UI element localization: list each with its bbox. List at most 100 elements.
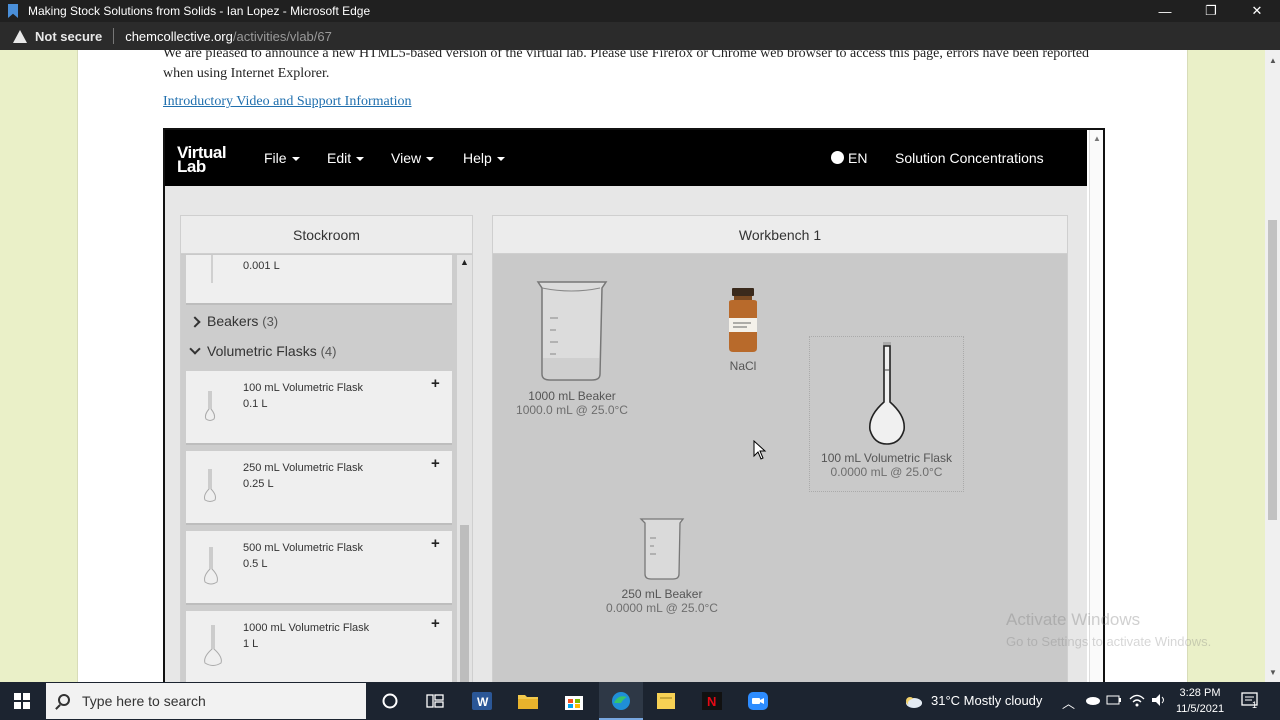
activity-title: Solution Concentrations [895,150,1044,166]
item-name: 1000 mL Volumetric Flask [243,622,370,634]
logo-line2: Lab [177,157,206,176]
volumetric-flask-icon [204,469,216,502]
notification-count: 1 [1252,700,1258,710]
store-icon[interactable] [563,691,585,711]
workbench-title: Workbench 1 [493,216,1067,254]
stockroom-title: Stockroom [181,216,472,254]
chevron-down-icon [189,343,201,355]
svg-text:W: W [477,695,489,709]
page-scrollbar[interactable]: ▲ ▼ [1265,50,1280,682]
scrollbar-thumb[interactable] [1268,220,1277,520]
item-volume: 1 L [243,638,259,650]
item-volume: 0.001 L [243,260,280,272]
menu-edit[interactable]: Edit [327,150,365,166]
workbench-beaker-1000[interactable]: 1000 mL Beaker 1000.0 mL @ 25.0°C [507,278,637,417]
object-state: 0.0000 mL @ 25.0°C [830,465,943,479]
object-name: 100 mL Volumetric Flask [821,451,952,465]
intro-video-link[interactable]: Introductory Video and Support Informati… [163,94,412,110]
scroll-down-icon[interactable]: ▼ [1269,668,1277,677]
clock-time: 3:28 PM [1179,687,1221,699]
notifications-button[interactable]: 1 [1240,690,1260,710]
workbench-beaker-250[interactable]: 250 mL Beaker 0.0000 mL @ 25.0°C [597,516,727,615]
scroll-up-icon[interactable]: ▲ [460,257,469,267]
task-view-icon[interactable] [424,691,446,711]
weather-text[interactable]: 31°C Mostly cloudy [931,693,1042,708]
beaker-icon [536,281,608,381]
volume-icon[interactable] [1150,692,1168,708]
add-item-button[interactable]: + [431,455,440,472]
onedrive-icon[interactable] [1084,694,1100,706]
menu-file[interactable]: File [264,150,300,166]
activate-windows-subtext: Go to Settings to activate Windows. [1006,634,1212,649]
workbench-nacl-bottle[interactable]: NaCl [711,286,775,373]
scrollbar-thumb[interactable] [460,525,469,682]
taskbar-search-box[interactable]: Type here to search [46,683,366,719]
category-beakers[interactable]: Beakers (3) [189,313,278,329]
item-volume: 0.25 L [243,478,274,490]
volumetric-flask-icon [204,391,216,421]
virtual-lab-frame: Virtual Lab File Edit View Help EN Solut… [163,128,1105,682]
stockroom-scrollbar[interactable]: ▲ [457,255,472,682]
file-explorer-icon[interactable] [517,691,539,711]
scroll-up-icon[interactable]: ▲ [1269,56,1277,65]
object-state: 1000.0 mL @ 25.0°C [516,403,628,417]
volumetric-flask-icon [868,342,905,445]
url-host[interactable]: chemcollective.org [125,29,233,44]
weather-cloud-icon[interactable] [902,692,924,710]
url-path[interactable]: /activities/vlab/67 [233,29,332,44]
warning-icon[interactable] [13,29,27,43]
svg-text:N: N [707,694,716,709]
battery-icon[interactable] [1106,693,1122,707]
search-placeholder: Type here to search [82,693,206,709]
language-label: EN [848,150,868,166]
menu-view[interactable]: View [391,150,435,166]
zoom-icon[interactable] [747,691,769,711]
sticky-notes-icon[interactable] [655,691,677,711]
category-label: Beakers [207,313,259,329]
list-item[interactable]: 500 mL Volumetric Flask 0.5 L + [186,531,452,605]
list-item[interactable]: 1000 mL Volumetric Flask 1 L + [186,611,452,682]
edge-taskbar-active[interactable] [599,682,643,720]
category-volumetric-flasks[interactable]: Volumetric Flasks (4) [189,343,336,359]
object-name: 250 mL Beaker [621,587,703,601]
chevron-up-icon[interactable]: ︿ [1062,693,1075,712]
category-label: Volumetric Flasks [207,343,317,359]
object-name: NaCl [729,359,757,373]
restore-button[interactable]: ❐ [1188,0,1234,22]
close-button[interactable]: ✕ [1234,0,1280,22]
list-item[interactable]: 0.001 L [186,255,452,305]
netflix-icon[interactable]: N [701,691,723,711]
globe-icon [831,151,844,164]
mouse-cursor-icon [753,440,767,460]
workbench-volumetric-flask-100[interactable]: 100 mL Volumetric Flask 0.0000 mL @ 25.0… [809,340,964,479]
menu-help-label: Help [463,150,492,166]
security-indicator[interactable]: Not secure [35,29,102,44]
minimize-button[interactable]: — [1142,0,1188,22]
window-title: Making Stock Solutions from Solids - Ian… [28,4,371,18]
vlab-body: Stockroom 0.001 L Beakers (3) Volumetric… [165,186,1087,682]
word-icon[interactable]: W [471,691,493,711]
list-item[interactable]: 250 mL Volumetric Flask 0.25 L + [186,451,452,525]
volumetric-flask-icon [204,625,222,666]
system-clock[interactable]: 3:28 PM 11/5/2021 [1172,685,1228,717]
add-item-button[interactable]: + [431,375,440,392]
cortana-icon[interactable] [379,691,401,711]
caret-down-icon [496,157,505,162]
item-name: 500 mL Volumetric Flask [243,542,364,554]
edge-icon [612,692,630,710]
activate-windows-watermark: Activate Windows [1006,610,1141,629]
vlab-scrollbar[interactable]: ▲ [1089,130,1103,682]
menu-help[interactable]: Help [463,150,505,166]
wifi-icon[interactable] [1128,692,1146,708]
list-item[interactable]: 100 mL Volumetric Flask 0.1 L + [186,371,452,445]
language-selector[interactable]: EN [831,150,867,166]
vlab-logo: Virtual Lab [177,144,227,176]
windows-start-icon[interactable] [14,693,30,709]
menu-view-label: View [391,150,422,166]
address-bar[interactable]: Not secure chemcollective.org/activities… [0,22,1280,50]
add-item-button[interactable]: + [431,535,440,552]
add-item-button[interactable]: + [431,615,440,632]
scroll-up-icon[interactable]: ▲ [1093,134,1101,143]
caret-down-icon [426,157,435,162]
stockroom-list: 0.001 L Beakers (3) Volumetric Flasks (4… [181,255,457,682]
